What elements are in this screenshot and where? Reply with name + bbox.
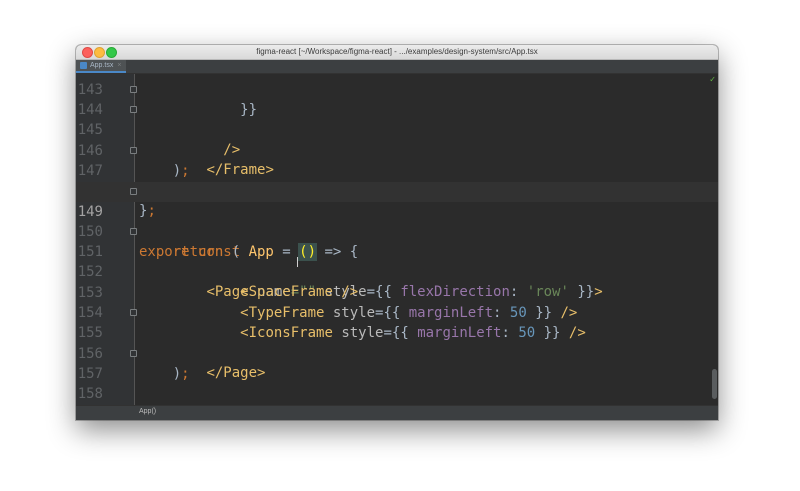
text-cursor-icon [297,257,298,267]
code-line: 154 <IconsFrame style={{ marginLeft: 50 … [76,283,718,341]
code-line: 151 <Page name="" style={{ flexDirection… [76,222,718,300]
title-bar: figma-react [~/Workspace/figma-react] - … [76,45,718,60]
fold-marker-icon[interactable] [130,106,137,114]
code-line: 147 }; [76,141,718,219]
code-line: 145 </Frame> [76,100,718,178]
fold-marker-icon[interactable] [130,309,137,317]
code-line: 156 ); [76,324,718,382]
close-tab-icon[interactable]: × [117,62,121,69]
tsx-file-icon [80,62,87,69]
tab-label: App.tsx [90,62,114,69]
fold-marker-icon[interactable] [130,228,137,236]
breadcrumb[interactable]: App() [139,408,156,415]
editor-tab-bar: App.tsx × [76,60,718,74]
breadcrumb-bar: App() [76,405,718,420]
code-line: 158 [76,364,718,402]
fold-marker-icon[interactable] [130,86,137,93]
line-number: 158 [77,386,103,403]
code-line: 150 return ( [76,202,718,260]
fold-marker-icon[interactable] [130,187,137,195]
fold-marker-icon[interactable] [130,146,137,154]
window-title: figma-react [~/Workspace/figma-react] - … [256,47,538,56]
code-line-current: 149 export const App = () => { [76,181,718,261]
code-line: 155 </Page> [76,303,718,381]
tab-app-tsx[interactable]: App.tsx × [76,60,126,73]
code-line: 153 <TypeFrame style={{ marginLeft: 50 }… [76,263,718,321]
fold-marker-icon[interactable] [130,349,137,357]
code-line: 148 [76,161,718,199]
code-line: 144 /> [76,80,718,158]
code-line: 157 }; [76,344,718,382]
code-editor[interactable]: 143 }} 144 /> 145 </Frame> 146 ); 147};… [76,74,718,405]
inspection-ok-icon[interactable]: ✓ [709,75,716,84]
code-line: 152 <SpaceFrame /> [76,242,718,300]
ide-window: figma-react [~/Workspace/figma-react] - … [76,45,718,420]
vertical-scrollbar[interactable] [712,369,717,399]
code-line: 146 ); [76,121,718,179]
